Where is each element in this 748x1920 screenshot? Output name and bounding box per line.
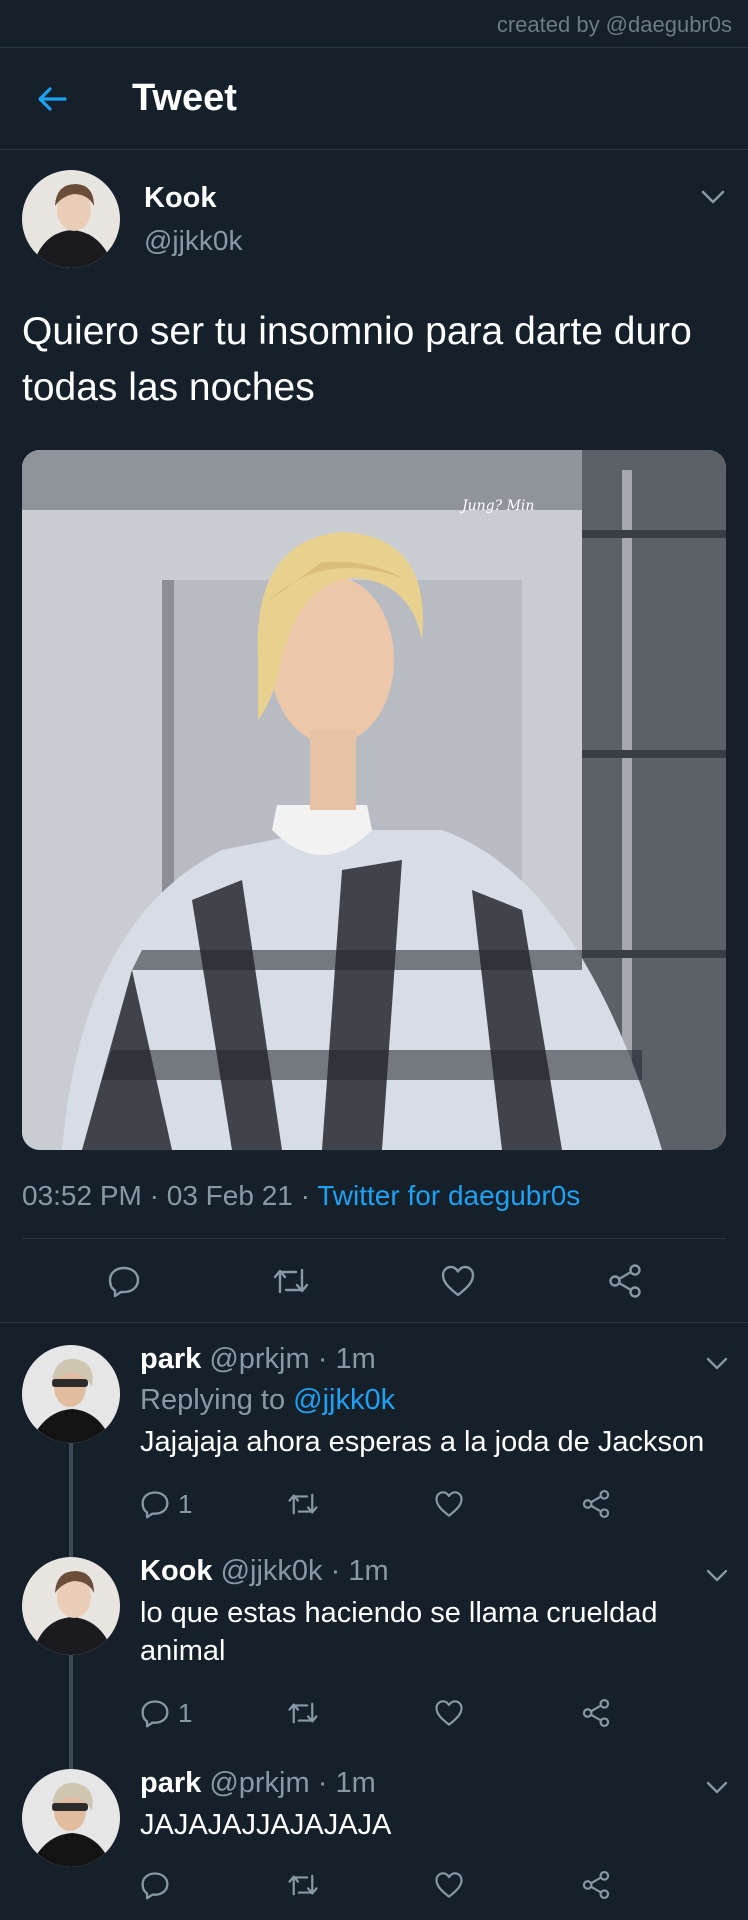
- reply-count: 1: [178, 1697, 193, 1728]
- meta-separator: ·: [317, 1767, 328, 1799]
- reply-text: Jajajaja ahora esperas a la joda de Jack…: [140, 1426, 705, 1458]
- reply-author-handle[interactable]: @prkjm: [209, 1343, 309, 1375]
- reply-button[interactable]: [104, 1261, 144, 1301]
- reply-item[interactable]: park @prkjm · 1m Replying to @jjkk0k Jaj…: [0, 1323, 748, 1535]
- reply-icon: [141, 1872, 169, 1900]
- like-icon: [435, 1872, 463, 1898]
- back-arrow-icon: [38, 86, 67, 111]
- chevron-down-icon[interactable]: [700, 188, 726, 206]
- status-strip: created by @daegubr0s: [0, 0, 748, 48]
- avatar[interactable]: [22, 1769, 120, 1867]
- retweet-button[interactable]: [271, 1261, 311, 1301]
- replying-label: Replying to: [140, 1384, 286, 1416]
- reply-text: lo que estas haciendo se llama crueldad …: [140, 1597, 658, 1667]
- reply-button[interactable]: [140, 1870, 287, 1900]
- chevron-down-icon[interactable]: [706, 1569, 728, 1583]
- thread-line: [69, 1443, 73, 1535]
- reply-button[interactable]: 1: [140, 1698, 287, 1729]
- reply-author-name[interactable]: Kook: [140, 1555, 213, 1587]
- retweet-button[interactable]: [287, 1489, 434, 1519]
- tweet-time: 03:52 PM: [22, 1180, 142, 1211]
- avatar-image: [22, 1769, 120, 1867]
- tweet-author: Kook @jjkk0k: [22, 150, 726, 268]
- reply-age: 1m: [335, 1343, 376, 1375]
- reply-author-name[interactable]: park: [140, 1343, 201, 1375]
- media-watermark: Jung? Min: [459, 498, 534, 514]
- reply-age: 1m: [348, 1555, 389, 1587]
- avatar-image: [22, 170, 120, 268]
- share-icon: [582, 1490, 610, 1518]
- tweet-actions: [0, 1239, 748, 1323]
- retweet-icon: [288, 1493, 318, 1515]
- reply-actions: [140, 1860, 728, 1910]
- reply-icon: [141, 1491, 169, 1519]
- reply-author-handle[interactable]: @jjkk0k: [221, 1555, 323, 1587]
- avatar[interactable]: [22, 1557, 120, 1655]
- tweet-media[interactable]: Jung? Min: [22, 450, 726, 1150]
- tweet-text: Quiero ser tu insomnio para darte duro t…: [22, 310, 692, 409]
- thread-line: [69, 1747, 73, 1769]
- page-title: Tweet: [132, 77, 237, 119]
- like-button[interactable]: [434, 1489, 581, 1519]
- avatar[interactable]: [22, 170, 120, 268]
- like-icon: [435, 1700, 463, 1726]
- meta-separator: ·: [300, 1180, 310, 1211]
- main-tweet: Kook @jjkk0k Quiero ser tu insomnio para…: [0, 150, 748, 1323]
- reply-author-handle[interactable]: @prkjm: [209, 1767, 309, 1799]
- like-button[interactable]: [434, 1698, 581, 1728]
- reply-age: 1m: [335, 1767, 376, 1799]
- retweet-button[interactable]: [287, 1870, 434, 1900]
- tweet-source-link[interactable]: Twitter for daegubr0s: [317, 1180, 580, 1211]
- share-button[interactable]: [581, 1489, 728, 1519]
- thread-line: [69, 1535, 73, 1557]
- reply-icon: [141, 1700, 169, 1728]
- reply-button[interactable]: 1: [140, 1489, 287, 1520]
- reply-count: 1: [178, 1488, 193, 1519]
- meta-separator: ·: [330, 1555, 341, 1587]
- tweet-date: 03 Feb 21: [166, 1180, 293, 1211]
- author-name[interactable]: Kook: [144, 181, 242, 216]
- like-icon: [441, 1265, 474, 1296]
- tweet-metadata: 03:52 PM · 03 Feb 21 · Twitter for daegu…: [22, 1180, 726, 1239]
- reply-actions: 1: [140, 1479, 728, 1529]
- thread-line: [69, 1655, 73, 1747]
- reply-actions: 1: [140, 1688, 728, 1738]
- reply-item[interactable]: Kook @jjkk0k · 1m lo que estas haciendo …: [0, 1535, 748, 1747]
- share-icon: [582, 1699, 610, 1727]
- back-button[interactable]: [36, 83, 68, 115]
- creator-watermark: created by @daegubr0s: [496, 12, 732, 37]
- chevron-down-icon[interactable]: [706, 1357, 728, 1371]
- author-handle[interactable]: @jjkk0k: [144, 225, 242, 257]
- avatar-image: [22, 1345, 120, 1443]
- like-button[interactable]: [434, 1870, 581, 1900]
- share-icon: [582, 1871, 610, 1899]
- share-button[interactable]: [581, 1870, 728, 1900]
- share-button[interactable]: [581, 1698, 728, 1728]
- reply-text: JAJAJAJJAJAJAJA: [140, 1809, 392, 1841]
- reply-icon: [108, 1266, 139, 1297]
- retweet-button[interactable]: [287, 1698, 434, 1728]
- page-header: Tweet: [0, 48, 748, 150]
- meta-separator: ·: [317, 1343, 328, 1375]
- retweet-icon: [273, 1268, 308, 1293]
- retweet-icon: [288, 1702, 318, 1724]
- share-icon: [608, 1263, 641, 1298]
- avatar-image: [22, 1557, 120, 1655]
- share-button[interactable]: [605, 1261, 645, 1301]
- media-photo: Jung? Min: [22, 450, 726, 1150]
- like-icon: [435, 1491, 463, 1517]
- like-button[interactable]: [438, 1261, 478, 1301]
- replying-to-link[interactable]: @jjkk0k: [293, 1384, 395, 1416]
- meta-separator: ·: [149, 1180, 159, 1211]
- reply-item[interactable]: park @prkjm · 1m JAJAJAJJAJAJAJA: [0, 1747, 748, 1907]
- retweet-icon: [288, 1874, 318, 1896]
- chevron-down-icon[interactable]: [706, 1781, 728, 1795]
- avatar[interactable]: [22, 1345, 120, 1443]
- reply-author-name[interactable]: park: [140, 1767, 201, 1799]
